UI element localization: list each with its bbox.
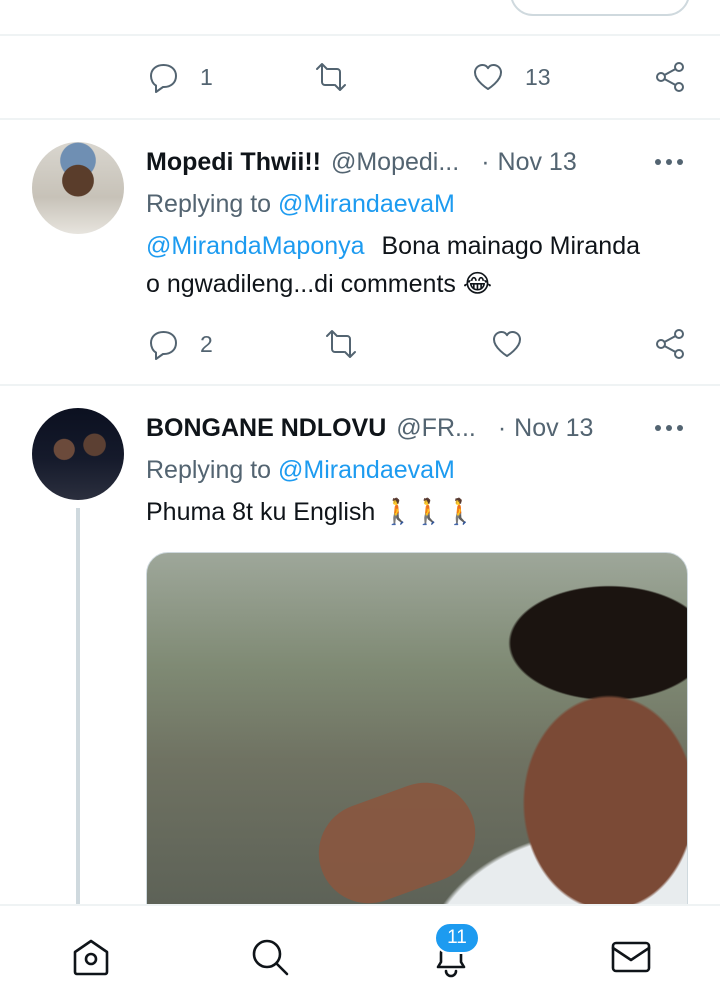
separator: · — [497, 413, 507, 442]
heart-icon — [493, 331, 521, 357]
display-name[interactable]: Mopedi Thwii!! — [146, 148, 321, 177]
search-icon — [252, 939, 289, 976]
tweet-text: Phuma 8t ku English 🚶🚶🚶 — [146, 492, 690, 532]
nav-messages[interactable] — [608, 934, 654, 980]
home-icon — [73, 939, 109, 976]
more-icon — [655, 159, 683, 165]
display-name[interactable]: BONGANE NDLOVU — [146, 414, 386, 443]
retweet-button[interactable] — [314, 52, 348, 102]
mail-icon — [611, 941, 651, 973]
replying-to-link[interactable]: @MirandaevaM — [278, 456, 455, 484]
replying-to-label: Replying to — [146, 190, 272, 218]
more-options-button[interactable] — [654, 144, 684, 180]
notification-badge: 11 — [434, 922, 480, 954]
heart-icon — [474, 64, 502, 90]
separator: · — [481, 147, 490, 176]
share-button[interactable] — [653, 52, 687, 102]
tweet-header: BONGANE NDLOVU @FR... · Nov 13 — [146, 410, 690, 446]
tweet-text-line: o ngwadileng...di comments 😂 — [146, 270, 493, 298]
like-button[interactable]: 13 — [471, 52, 551, 102]
mention-link[interactable]: @MirandaMaponya — [146, 232, 365, 260]
timestamp[interactable]: Nov 13 — [498, 148, 577, 177]
bottom-navigation: 11 — [0, 904, 720, 1006]
avatar[interactable] — [32, 142, 124, 234]
tweet-text-line: Bona mainago Miranda — [381, 232, 641, 260]
reply-button[interactable]: 1 — [146, 52, 213, 102]
retweet-icon — [326, 330, 356, 358]
share-button[interactable] — [653, 319, 687, 369]
reply-icon — [150, 331, 177, 360]
tweet-text: @MirandaMaponya Bona mainago Miranda — [146, 226, 690, 266]
username[interactable]: @FR... — [396, 414, 476, 443]
tweet-header: Mopedi Thwii!! @Mopedi... · Nov 13 — [146, 144, 690, 180]
replying-to-link[interactable]: @MirandaevaM — [278, 190, 455, 218]
nav-search[interactable] — [247, 934, 293, 980]
tweet-text-continued: o ngwadileng...di comments 😂 — [146, 264, 690, 304]
follow-button-partial[interactable] — [510, 0, 690, 16]
divider — [0, 118, 720, 120]
tweet-media-image[interactable] — [146, 552, 688, 932]
divider — [0, 34, 720, 36]
timestamp[interactable]: Nov 13 — [514, 414, 593, 443]
replying-to-line: Replying to @MirandaevaM — [146, 450, 690, 490]
reply-count: 2 — [200, 330, 213, 357]
avatar[interactable] — [32, 408, 124, 500]
reply-button[interactable]: 2 — [146, 319, 213, 369]
divider — [0, 384, 720, 386]
thread-line — [76, 508, 80, 904]
replying-to-line: Replying to @MirandaevaM — [146, 184, 690, 224]
like-count: 13 — [525, 63, 551, 90]
nav-home[interactable] — [68, 934, 114, 980]
like-button[interactable] — [490, 319, 524, 369]
tweet-actions: 2 — [0, 319, 720, 369]
reply-count: 1 — [200, 63, 213, 90]
more-icon — [655, 425, 683, 431]
retweet-button[interactable] — [324, 319, 358, 369]
more-options-button[interactable] — [654, 410, 684, 446]
reply-icon — [150, 64, 177, 93]
share-icon — [656, 329, 684, 359]
share-icon — [656, 62, 684, 92]
previous-tweet-actions: 1 13 — [0, 52, 720, 102]
replying-to-label: Replying to — [146, 456, 272, 484]
tweet-text-line: Phuma 8t ku English 🚶🚶🚶 — [146, 498, 476, 526]
username[interactable]: @Mopedi... — [331, 148, 459, 177]
retweet-icon — [316, 63, 346, 91]
